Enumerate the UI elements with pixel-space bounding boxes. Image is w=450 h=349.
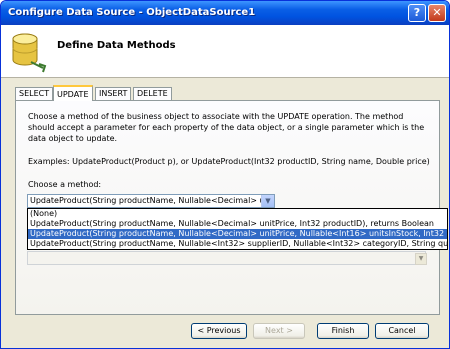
chevron-down-icon[interactable]: ▼ <box>261 195 274 207</box>
tab-update[interactable]: UPDATE <box>53 85 93 101</box>
tab-delete[interactable]: DELETE <box>133 87 172 100</box>
list-item[interactable]: UpdateProduct(String productName, Nullab… <box>28 219 447 229</box>
signature-box <box>27 251 426 265</box>
previous-button[interactable]: < Previous <box>191 323 247 339</box>
method-combobox[interactable]: UpdateProduct(String productName, Nullab… <box>27 194 275 208</box>
help-button[interactable]: ? <box>408 4 426 22</box>
combo-selected-value: UpdateProduct(String productName, Nullab… <box>30 196 265 205</box>
examples-text: Examples: UpdateProduct(Product p), or U… <box>28 157 430 166</box>
finish-button[interactable]: Finish <box>317 323 369 339</box>
list-item[interactable]: UpdateProduct(String productName, Nullab… <box>28 239 447 249</box>
wizard-header: Define Data Methods <box>1 25 449 78</box>
configure-data-source-dialog: Configure Data Source - ObjectDataSource… <box>0 0 450 349</box>
page-title: Define Data Methods <box>57 40 176 51</box>
scroll-down-arrow-icon[interactable]: ▼ <box>415 253 427 265</box>
close-button[interactable]: ✕ <box>428 4 446 22</box>
cancel-button[interactable]: Cancel <box>375 323 429 339</box>
tab-select[interactable]: SELECT <box>15 87 54 100</box>
next-button[interactable]: Next > <box>253 323 305 339</box>
method-description: Choose a method of the business object t… <box>28 112 425 143</box>
database-icon <box>12 33 47 73</box>
method-dropdown-list[interactable]: (None) UpdateProduct(String productName,… <box>27 208 448 250</box>
list-item-selected[interactable]: UpdateProduct(String productName, Nullab… <box>28 229 447 239</box>
choose-method-label: Choose a method: <box>28 180 102 189</box>
title-bar[interactable]: Configure Data Source - ObjectDataSource… <box>1 1 449 25</box>
list-item[interactable]: (None) <box>28 209 447 219</box>
window-title: Configure Data Source - ObjectDataSource… <box>8 7 256 18</box>
tab-insert[interactable]: INSERT <box>95 87 132 100</box>
